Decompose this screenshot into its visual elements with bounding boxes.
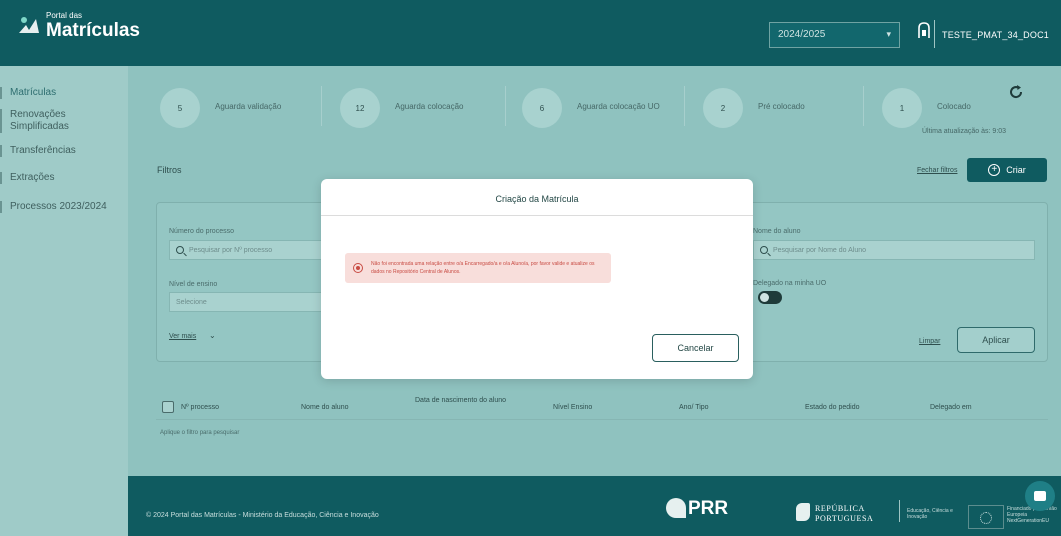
last-update-text: Última atualização às: 9:03 (922, 128, 1007, 135)
top-header: Portal das Matrículas 2024/2025 ▾ TESTE_… (0, 0, 1061, 66)
apply-filters-button[interactable]: Aplicar (957, 327, 1035, 353)
step-count: 12 (340, 88, 380, 128)
results-table-header (156, 392, 1048, 420)
republica-line-2: PORTUGUESA (815, 514, 874, 523)
user-name[interactable]: TESTE_PMAT_34_DOC1 (942, 30, 1049, 40)
refresh-icon[interactable] (1008, 84, 1024, 100)
school-year-value: 2024/2025 (778, 29, 826, 40)
plus-icon: + (988, 164, 1001, 176)
prr-logo-icon (666, 498, 686, 518)
role-switch-icon[interactable] (916, 20, 932, 40)
error-alert: Não foi encontrada uma relação entre o/a… (345, 253, 611, 283)
close-filters-link[interactable]: Fechar filtros (917, 167, 957, 174)
student-name-input[interactable]: Pesquisar por Nome do Aluno (753, 240, 1035, 260)
delegated-toggle[interactable] (758, 291, 782, 304)
student-name-placeholder: Pesquisar por Nome do Aluno (773, 246, 866, 254)
delegated-label: Delegado na minha UO (753, 280, 827, 287)
search-icon (176, 246, 184, 254)
step-count: 2 (703, 88, 743, 128)
sidebar-item-extracoes[interactable]: Extrações (0, 172, 54, 184)
process-number-input[interactable]: Pesquisar por Nº processo (169, 240, 324, 260)
portal-logo[interactable]: Portal das Matrículas (16, 12, 140, 40)
create-enrollment-dialog: Criação da Matrícula Não foi encontrada … (321, 179, 753, 379)
column-header[interactable]: Data de nascimento do aluno (415, 396, 525, 405)
step-divider (505, 86, 506, 126)
footer (128, 476, 1061, 536)
chat-bubble-icon (1034, 491, 1046, 501)
step-label: Pré colocado (758, 102, 805, 111)
sidebar-item-matriculas[interactable]: Matrículas (0, 87, 56, 99)
level-label: Nível de ensino (169, 281, 218, 288)
republica-emblem-icon (796, 503, 810, 521)
footer-divider (899, 500, 900, 522)
create-button[interactable]: + Criar (967, 158, 1047, 182)
step-count: 5 (160, 88, 200, 128)
step-divider (321, 86, 322, 126)
search-icon (760, 246, 768, 254)
logo-title: Matrículas (46, 20, 140, 41)
republica-line-1: REPÚBLICA (815, 504, 865, 513)
chat-button[interactable] (1025, 481, 1055, 511)
level-select-value: Selecione (176, 298, 207, 306)
step-label: Aguarda validação (215, 102, 282, 111)
dialog-title: Criação da Matrícula (495, 194, 579, 204)
step-count: 1 (882, 88, 922, 128)
step-divider (863, 86, 864, 126)
sidebar (0, 66, 128, 536)
student-name-label: Nome do aluno (753, 228, 801, 235)
prr-logo-text: PRR (688, 498, 729, 519)
cancel-button[interactable]: Cancelar (652, 334, 739, 362)
republica-logo: REPÚBLICA PORTUGUESA (815, 504, 873, 524)
column-header[interactable]: Delegado em (930, 404, 972, 411)
column-header[interactable]: Estado do pedido (805, 404, 860, 411)
clear-filters-link[interactable]: Limpar (919, 338, 940, 345)
header-divider (934, 20, 935, 48)
step-label: Colocado (937, 102, 971, 111)
eu-stars-icon (980, 512, 992, 524)
error-icon (353, 263, 363, 273)
column-header[interactable]: Ano/ Tipo (679, 404, 709, 411)
logo-small-text: Portal das (46, 11, 83, 20)
column-header[interactable]: Nome do aluno (301, 404, 348, 411)
select-all-checkbox[interactable] (162, 401, 174, 413)
step-divider (684, 86, 685, 126)
empty-results-note: Aplique o filtro para pesquisar (160, 430, 240, 436)
sidebar-item-processos[interactable]: Processos 2023/2024 (0, 201, 107, 213)
step-count: 6 (522, 88, 562, 128)
dialog-divider (321, 215, 753, 216)
see-more-link[interactable]: Ver mais (169, 333, 196, 340)
ministry-logo-text: Educação, Ciência e Inovação (907, 508, 953, 520)
logo-bird-icon (19, 17, 39, 33)
filters-title: Filtros (157, 165, 182, 175)
error-alert-message: Não foi encontrada uma relação entre o/a… (371, 261, 595, 275)
sidebar-item-transferencias[interactable]: Transferências (0, 145, 76, 157)
step-label: Aguarda colocação UO (577, 102, 660, 111)
create-button-label: Criar (1006, 165, 1026, 175)
column-header[interactable]: Nº processo (181, 404, 219, 411)
level-select[interactable]: Selecione (169, 292, 324, 312)
sidebar-item-renovacoes[interactable]: Renovações Simplificadas (0, 109, 110, 133)
column-header[interactable]: Nível Ensino (553, 404, 592, 411)
chevron-down-icon[interactable]: ⌄ (209, 331, 216, 340)
school-year-select[interactable]: 2024/2025 ▾ (769, 22, 900, 48)
footer-copyright: © 2024 Portal das Matrículas - Ministéri… (146, 512, 379, 519)
process-number-placeholder: Pesquisar por Nº processo (189, 246, 273, 254)
process-number-label: Número do processo (169, 228, 234, 235)
chevron-down-icon: ▾ (886, 29, 891, 39)
step-label: Aguarda colocação (395, 102, 464, 111)
